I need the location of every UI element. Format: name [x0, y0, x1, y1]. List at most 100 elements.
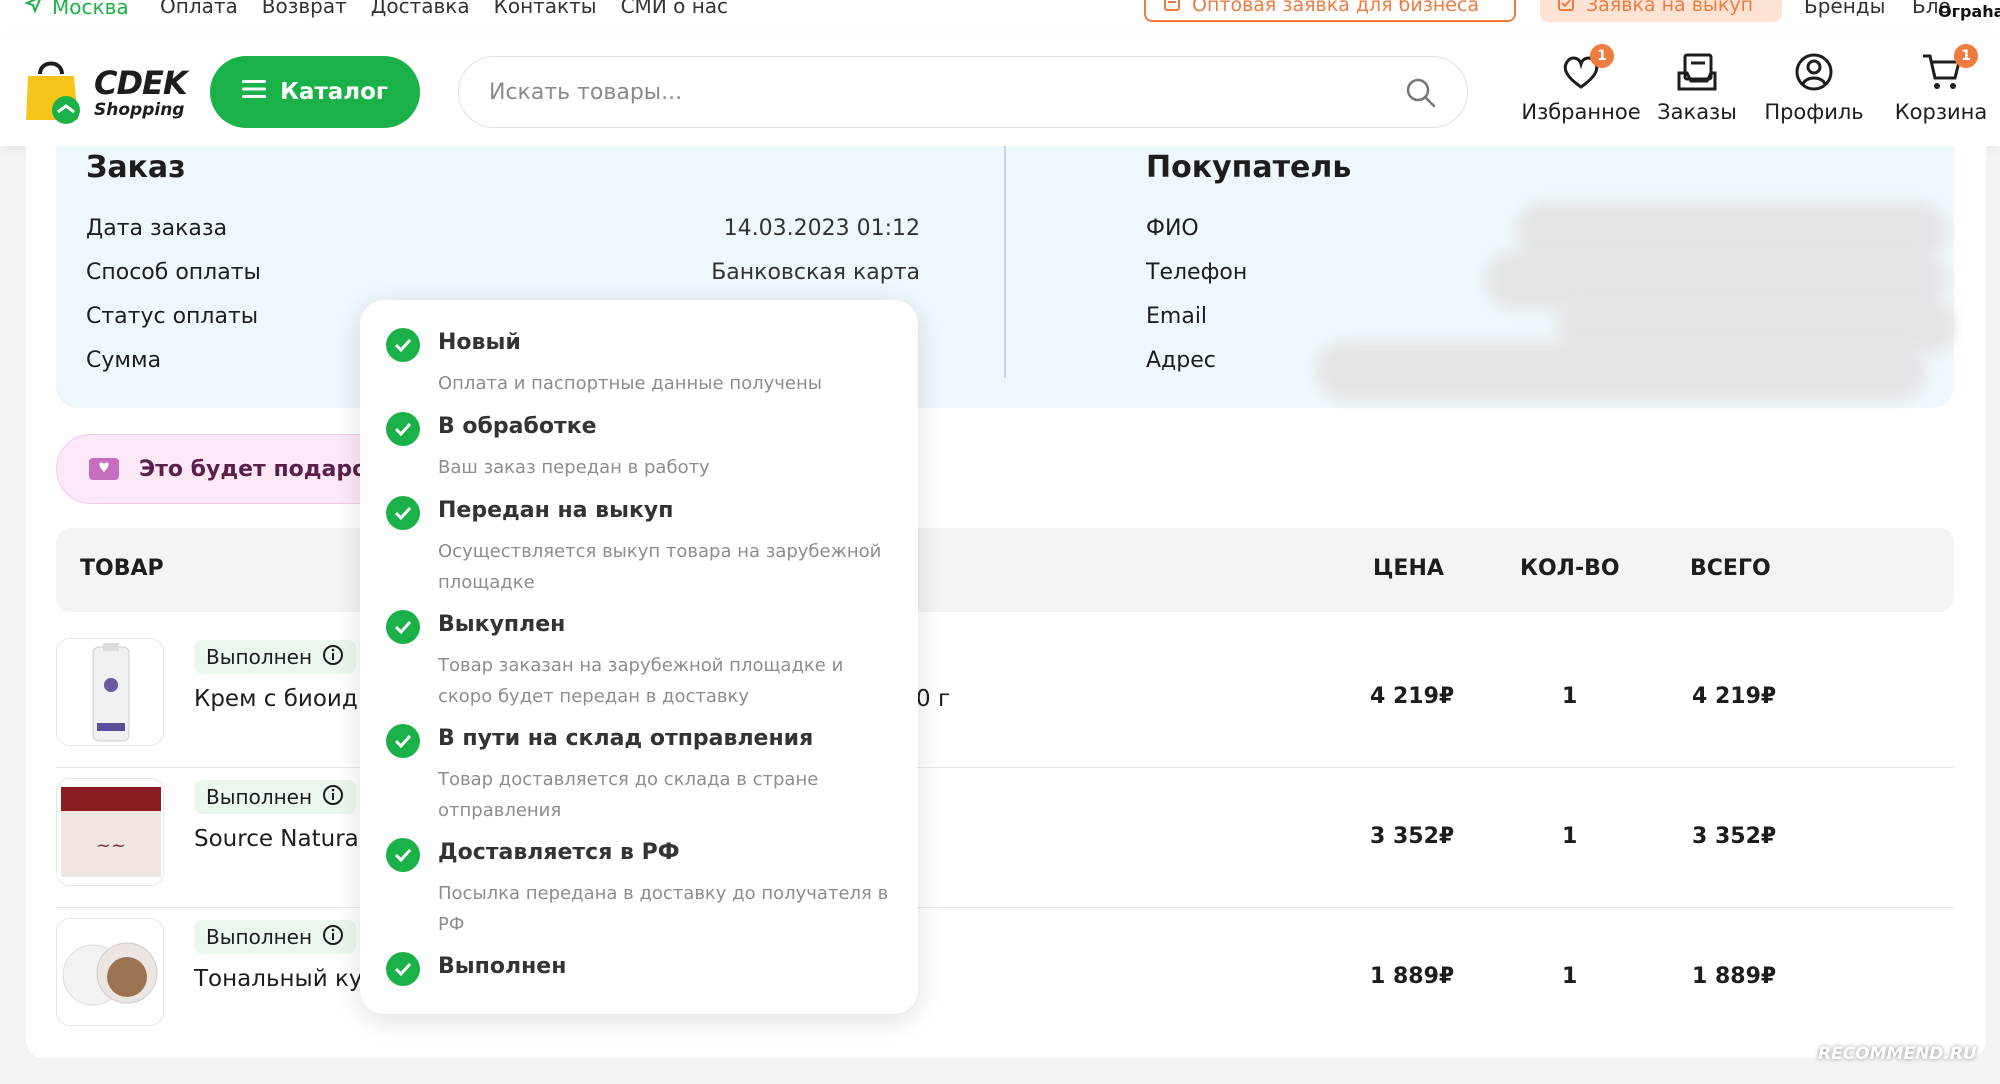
search-icon[interactable] — [1405, 77, 1437, 113]
info-icon[interactable] — [322, 924, 344, 951]
document-icon — [1162, 0, 1182, 18]
status-label: Выполнен — [206, 925, 313, 949]
check-circle-icon — [386, 328, 420, 362]
step-title: Передан на выкуп — [438, 498, 674, 523]
step-title: В пути на склад отправления — [438, 726, 814, 751]
product-image[interactable]: ~~ — [56, 778, 164, 886]
buyout-request-label: Заявка на выкуп — [1586, 0, 1754, 16]
col-product: ТОВАР — [80, 556, 164, 581]
product-name-tail: 0 г — [916, 686, 951, 712]
col-price: ЦЕНА — [1373, 556, 1444, 581]
step-description: Осуществляется выкуп товара на зарубежно… — [438, 541, 882, 593]
user-icon — [1795, 53, 1833, 91]
payment-status-label: Статус оплаты — [86, 304, 259, 329]
status-label: Выполнен — [206, 785, 313, 809]
profile-button[interactable]: Профиль — [1762, 50, 1866, 124]
cart-label: Корзина — [1894, 100, 1988, 124]
catalog-button[interactable]: Каталог — [210, 56, 420, 128]
cart-button[interactable]: 1 Корзина — [1890, 44, 1992, 124]
product-name[interactable]: Крем с биоид — [194, 686, 358, 712]
search-bar — [458, 56, 1468, 128]
buyer-address-label: Адрес — [1146, 348, 1216, 373]
step-title: Выкуплен — [438, 612, 566, 637]
status-label: Выполнен — [206, 645, 313, 669]
site-header: CDEK Shopping Каталог 1 Избранное Заказы… — [0, 34, 2000, 146]
gift-option-banner[interactable]: Это будет подарок — [56, 434, 396, 504]
status-badge[interactable]: Выполнен — [194, 920, 357, 954]
col-qty: КОЛ-ВО — [1520, 556, 1620, 581]
logo-sub-text: Shopping — [94, 100, 185, 120]
step-description: Товар доставляется до склада в стране от… — [438, 769, 819, 821]
search-input[interactable] — [489, 57, 1369, 127]
cdek-shopping-logo[interactable]: CDEK Shopping — [22, 54, 188, 126]
redacted-address — [1316, 342, 1926, 400]
orders-label: Заказы — [1657, 100, 1737, 124]
product-total: 3 352₽ — [1692, 824, 1777, 849]
nav-link-payment[interactable]: Оплата — [160, 0, 238, 18]
buyer-name-label: ФИО — [1146, 216, 1199, 241]
status-badge[interactable]: Выполнен — [194, 780, 357, 814]
order-status-popover: Новый Оплата и паспортные данные получен… — [360, 300, 918, 1014]
top-strip: Москва Оплата Возврат Доставка Контакты … — [0, 0, 2000, 34]
product-image[interactable] — [56, 918, 164, 1026]
payment-method-value: Банковская карта — [711, 260, 920, 285]
products-table-header: ТОВАР ЦЕНА КОЛ-ВО ВСЕГО — [56, 528, 1954, 612]
overlay-caption: Ограha — [1938, 2, 2000, 21]
favorites-badge: 1 — [1590, 44, 1614, 68]
gift-label: Это будет подарок — [139, 456, 383, 482]
nav-link-brands[interactable]: Бренды — [1804, 0, 1885, 18]
product-name[interactable]: Тональный ку — [194, 966, 362, 992]
nav-link-contacts[interactable]: Контакты — [494, 0, 597, 18]
step-title: В обработке — [438, 414, 597, 439]
watermark: RECOMMEND.RU — [1818, 1044, 1977, 1064]
check-circle-icon — [386, 610, 420, 644]
status-badge[interactable]: Выполнен — [194, 640, 357, 674]
wholesale-request-button[interactable]: Оптовая заявка для бизнеса — [1144, 0, 1516, 22]
info-icon[interactable] — [322, 784, 344, 811]
nav-link-press[interactable]: СМИ о нас — [621, 0, 728, 18]
cart-badge: 1 — [1954, 44, 1978, 68]
check-circle-icon — [386, 838, 420, 872]
step-description: Оплата и паспортные данные получены — [438, 373, 822, 394]
favorites-label: Избранное — [1521, 100, 1641, 124]
product-qty: 1 — [1562, 684, 1578, 709]
city-selector[interactable]: Москва — [24, 0, 129, 19]
buyer-email-label: Email — [1146, 304, 1208, 329]
buyer-title: Покупатель — [1146, 150, 1352, 185]
checkbox-icon — [1556, 0, 1576, 18]
logo-brand-text: CDEK — [94, 64, 188, 102]
check-circle-icon — [386, 412, 420, 446]
top-nav: Оплата Возврат Доставка Контакты СМИ о н… — [160, 0, 728, 18]
favorites-button[interactable]: 1 Избранное — [1506, 44, 1656, 124]
table-row: Выполнен Тональный ку 1 889₽ 1 1 889₽ — [56, 908, 1954, 1048]
buyout-request-button[interactable]: Заявка на выкуп — [1540, 0, 1782, 22]
check-circle-icon — [386, 724, 420, 758]
product-qty: 1 — [1562, 824, 1578, 849]
profile-label: Профиль — [1764, 100, 1864, 124]
check-circle-icon — [386, 496, 420, 530]
gift-icon — [87, 452, 121, 486]
city-label: Москва — [52, 0, 129, 19]
col-total: ВСЕГО — [1690, 556, 1771, 581]
payment-method-label: Способ оплаты — [86, 260, 261, 285]
product-total: 1 889₽ — [1692, 964, 1777, 989]
product-price: 4 219₽ — [1370, 684, 1455, 709]
product-image[interactable] — [56, 638, 164, 746]
step-title: Новый — [438, 330, 521, 355]
wholesale-request-label: Оптовая заявка для бизнеса — [1192, 0, 1480, 16]
shopping-bag-icon — [26, 61, 80, 124]
info-divider — [1004, 146, 1006, 378]
nav-link-return[interactable]: Возврат — [262, 0, 347, 18]
orders-button[interactable]: Заказы — [1652, 50, 1742, 124]
step-description: Посылка передана в доставку до получател… — [438, 883, 889, 935]
order-info-panel: Заказ Дата заказа 14.03.2023 01:12 Спосо… — [56, 146, 1956, 408]
table-row: ~~ Выполнен Source Natural 3 352₽ 1 3 35… — [56, 768, 1954, 908]
info-icon[interactable] — [322, 644, 344, 671]
table-row: Выполнен Крем с биоид 0 г 4 219₽ 1 4 219… — [56, 628, 1954, 768]
nav-link-delivery[interactable]: Доставка — [371, 0, 470, 18]
product-price: 3 352₽ — [1370, 824, 1455, 849]
menu-icon — [242, 79, 267, 105]
product-name[interactable]: Source Natural — [194, 826, 365, 852]
order-date-value: 14.03.2023 01:12 — [723, 216, 920, 241]
step-title: Доставляется в РФ — [438, 840, 680, 865]
